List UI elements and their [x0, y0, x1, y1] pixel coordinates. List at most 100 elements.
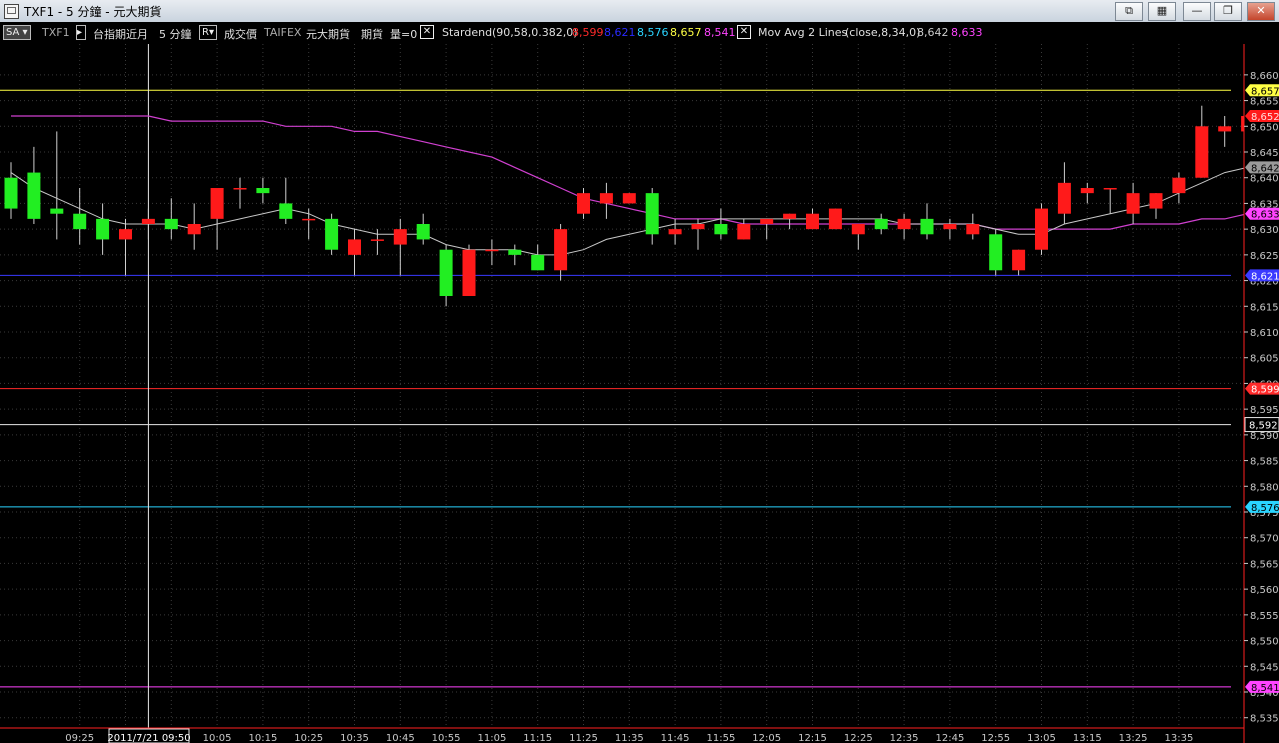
price-tick-label: 8,545 — [1250, 662, 1279, 673]
candle-body[interactable] — [416, 224, 430, 240]
time-tick-label: 11:25 — [569, 733, 598, 743]
candle-body[interactable] — [966, 224, 980, 235]
price-tick-label: 8,640 — [1250, 174, 1279, 185]
time-tick-label: 11:35 — [615, 733, 644, 743]
candle-body[interactable] — [1195, 126, 1209, 178]
candle-body[interactable] — [668, 229, 682, 235]
price-tick-label: 8,550 — [1250, 637, 1279, 648]
candle-body[interactable] — [874, 218, 888, 230]
time-tick-label: 12:25 — [844, 733, 873, 743]
candle-body[interactable] — [485, 249, 499, 252]
price-tick-label: 8,580 — [1250, 482, 1279, 493]
candle-body[interactable] — [256, 188, 270, 194]
candle-body[interactable] — [1012, 249, 1026, 271]
time-tick-label: 13:25 — [1119, 733, 1148, 743]
price-tick-label: 8,590 — [1250, 431, 1279, 442]
time-tick-label: 13:05 — [1027, 733, 1056, 743]
candle-body[interactable] — [943, 224, 957, 230]
candle-body[interactable] — [851, 224, 865, 235]
candle-body[interactable] — [737, 224, 751, 240]
candle-body[interactable] — [531, 254, 545, 271]
candle-body[interactable] — [233, 188, 247, 190]
candle-body[interactable] — [462, 249, 476, 296]
time-tick-label: 10:35 — [340, 733, 369, 743]
time-tick-label: 12:55 — [981, 733, 1010, 743]
candle-body[interactable] — [828, 208, 842, 230]
candle-body[interactable] — [210, 188, 224, 219]
price-tick-label: 8,655 — [1250, 97, 1279, 108]
candle-body[interactable] — [1057, 182, 1071, 214]
candlestick-chart[interactable]: 8,5358,5408,5458,5508,5558,5608,5658,570… — [0, 0, 1279, 743]
price-tick-label: 8,570 — [1250, 534, 1279, 545]
candle-body[interactable] — [897, 218, 911, 230]
price-tick-label: 8,555 — [1250, 611, 1279, 622]
candle-body[interactable] — [1126, 193, 1140, 214]
price-tick-label: 8,610 — [1250, 328, 1279, 339]
candle-body[interactable] — [1080, 188, 1094, 194]
candle-body[interactable] — [141, 218, 155, 224]
candle-body[interactable] — [989, 234, 1003, 271]
candle-body[interactable] — [164, 218, 178, 230]
candle-body[interactable] — [806, 213, 819, 230]
candle-body[interactable] — [1218, 126, 1232, 132]
time-tick-label: 13:15 — [1073, 733, 1102, 743]
candle-body[interactable] — [325, 218, 339, 250]
candle-body[interactable] — [279, 203, 293, 219]
time-tick-label: 11:55 — [706, 733, 735, 743]
time-tick-label: 11:05 — [477, 733, 506, 743]
candle-body[interactable] — [1103, 188, 1117, 190]
candle-body[interactable] — [599, 193, 613, 204]
candle-body[interactable] — [554, 229, 568, 271]
level-tag-bottom-label: 8,541 — [1251, 683, 1279, 694]
price-tick-label: 8,625 — [1250, 251, 1279, 262]
price-tick-label: 8,645 — [1250, 148, 1279, 159]
level-tag-lower-label: 8,576 — [1251, 503, 1279, 514]
candle-body[interactable] — [439, 249, 453, 296]
candle-body[interactable] — [508, 249, 522, 255]
value-tag-2-label: 8,642 — [1251, 163, 1279, 174]
time-tick-label: 11:45 — [661, 733, 690, 743]
candle-body[interactable] — [393, 229, 407, 245]
time-tick-label: 12:45 — [935, 733, 964, 743]
candle-body[interactable] — [1035, 208, 1048, 250]
candle-body[interactable] — [187, 224, 201, 235]
time-tick-label: 10:15 — [248, 733, 277, 743]
candle-body[interactable] — [622, 193, 636, 204]
candle-body[interactable] — [302, 218, 316, 221]
price-tick-label: 8,585 — [1250, 457, 1279, 468]
price-tick-label: 8,595 — [1250, 405, 1279, 416]
candle-body[interactable] — [348, 239, 361, 255]
candle-body[interactable] — [73, 213, 87, 230]
time-tick-label: 13:35 — [1164, 733, 1193, 743]
time-tick-label: 10:45 — [386, 733, 415, 743]
time-tick-label: 10:25 — [294, 733, 323, 743]
time-tick-label: 12:35 — [890, 733, 919, 743]
candle-body[interactable] — [4, 177, 18, 209]
candle-body[interactable] — [714, 224, 728, 235]
price-tick-label: 8,660 — [1250, 71, 1279, 82]
candle-body[interactable] — [691, 224, 705, 230]
candle-body[interactable] — [96, 218, 110, 240]
candle-body[interactable] — [1172, 177, 1186, 194]
price-tick-label: 8,630 — [1250, 225, 1279, 236]
cursor-price-label: 8,592 — [1249, 421, 1278, 432]
candle-body[interactable] — [1149, 193, 1163, 209]
level-tag-pivot-label: 8,599 — [1251, 385, 1279, 396]
price-tick-label: 8,565 — [1250, 559, 1279, 570]
candle-body[interactable] — [760, 218, 774, 224]
candle-body[interactable] — [370, 239, 384, 241]
candle-body[interactable] — [577, 193, 590, 214]
price-tick-label: 8,560 — [1250, 585, 1279, 596]
level-tag-mid-label: 8,621 — [1251, 271, 1279, 282]
time-tick-label: 10:55 — [432, 733, 461, 743]
candle-body[interactable] — [920, 218, 934, 235]
level-tag-upper-label: 8,657 — [1251, 86, 1279, 97]
price-tick-label: 8,605 — [1250, 354, 1279, 365]
candle-body[interactable] — [119, 229, 132, 240]
candle-body[interactable] — [645, 193, 659, 235]
time-tick-label: 09:25 — [65, 733, 94, 743]
candle-body[interactable] — [50, 208, 64, 214]
candle-body[interactable] — [783, 213, 797, 219]
cursor-time-label: 2011/7/21 09:50 — [107, 733, 190, 743]
candle-body[interactable] — [27, 172, 41, 219]
